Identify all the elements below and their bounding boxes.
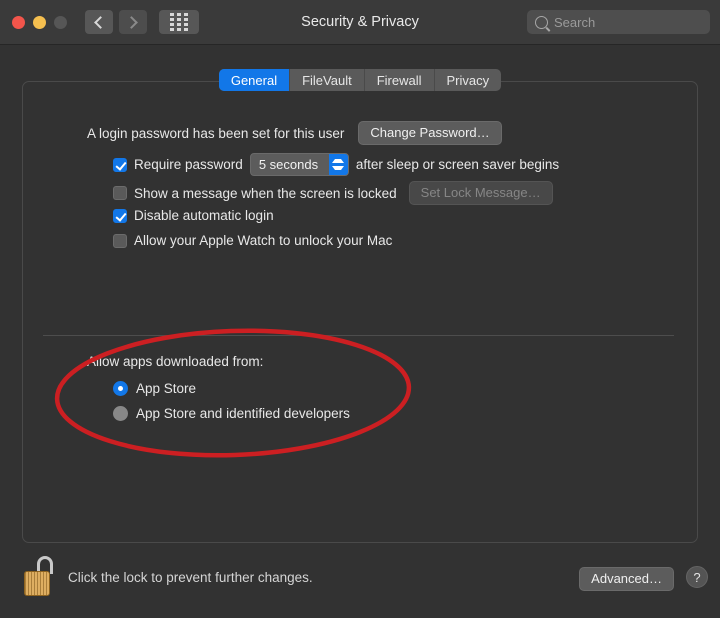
password-status-row: A login password has been set for this u… — [87, 121, 502, 145]
lock-message-label: Click the lock to prevent further change… — [68, 570, 313, 585]
change-password-button[interactable]: Change Password… — [358, 121, 502, 145]
gatekeeper-option-identified-developers[interactable]: App Store and identified developers — [113, 406, 350, 421]
zoom-button-disabled — [54, 15, 67, 29]
disable-auto-login-checkbox[interactable] — [113, 208, 127, 223]
require-password-row: Require password 5 seconds after sleep o… — [113, 153, 559, 176]
minimize-button[interactable] — [33, 15, 46, 29]
password-delay-stepper[interactable]: 5 seconds — [249, 153, 349, 176]
traffic-light-group — [12, 15, 67, 29]
app-store-radio[interactable] — [113, 381, 128, 396]
stepper-arrows-icon[interactable] — [328, 154, 348, 175]
show-lock-message-checkbox[interactable] — [113, 186, 127, 200]
search-placeholder: Search — [554, 14, 596, 30]
set-lock-message-button[interactable]: Set Lock Message… — [408, 181, 553, 205]
navigation-buttons — [85, 10, 147, 34]
gatekeeper-heading-row: Allow apps downloaded from: — [87, 354, 263, 369]
apple-watch-label: Allow your Apple Watch to unlock your Ma… — [134, 233, 393, 248]
apple-watch-checkbox[interactable] — [113, 233, 127, 248]
require-password-checkbox[interactable] — [113, 157, 127, 172]
gatekeeper-option-app-store[interactable]: App Store — [113, 381, 196, 396]
help-button[interactable]: ? — [686, 566, 708, 588]
password-delay-value: 5 seconds — [258, 157, 319, 172]
forward-button[interactable] — [119, 10, 147, 34]
chevron-left-icon — [94, 15, 107, 29]
show-lock-message-row: Show a message when the screen is locked… — [113, 181, 553, 205]
chevron-right-icon — [125, 15, 138, 29]
advanced-button[interactable]: Advanced… — [579, 567, 674, 591]
padlock-open-icon[interactable] — [22, 556, 58, 598]
password-status-label: A login password has been set for this u… — [87, 125, 345, 141]
close-button[interactable] — [12, 15, 25, 29]
show-all-button[interactable] — [159, 10, 199, 34]
tab-privacy[interactable]: Privacy — [435, 69, 502, 91]
grid-icon — [170, 13, 188, 31]
identified-developers-label: App Store and identified developers — [136, 406, 350, 421]
window-titlebar: Security & Privacy Search — [0, 0, 720, 45]
apple-watch-row: Allow your Apple Watch to unlock your Ma… — [113, 233, 392, 248]
identified-developers-radio[interactable] — [113, 406, 128, 421]
back-button[interactable] — [85, 10, 113, 34]
tab-filevault[interactable]: FileVault — [290, 69, 365, 91]
require-password-label: Require password — [134, 157, 243, 172]
search-field[interactable]: Search — [527, 10, 710, 34]
require-password-suffix: after sleep or screen saver begins — [355, 157, 560, 172]
app-store-label: App Store — [136, 381, 197, 396]
tab-general[interactable]: General — [218, 69, 291, 91]
security-privacy-window: Security & Privacy Search General FileVa… — [0, 0, 720, 618]
padlock-body — [24, 571, 50, 596]
tab-firewall[interactable]: Firewall — [365, 69, 435, 91]
show-lock-message-label: Show a message when the screen is locked — [134, 185, 397, 201]
disable-auto-login-label: Disable automatic login — [134, 208, 274, 223]
section-divider — [43, 335, 674, 336]
footer-bar: Click the lock to prevent further change… — [0, 544, 720, 618]
search-icon — [535, 15, 548, 29]
disable-auto-login-row: Disable automatic login — [113, 208, 274, 223]
general-pane: A login password has been set for this u… — [22, 81, 698, 543]
tab-bar: General FileVault Firewall Privacy — [0, 69, 720, 91]
gatekeeper-heading: Allow apps downloaded from: — [87, 354, 264, 369]
